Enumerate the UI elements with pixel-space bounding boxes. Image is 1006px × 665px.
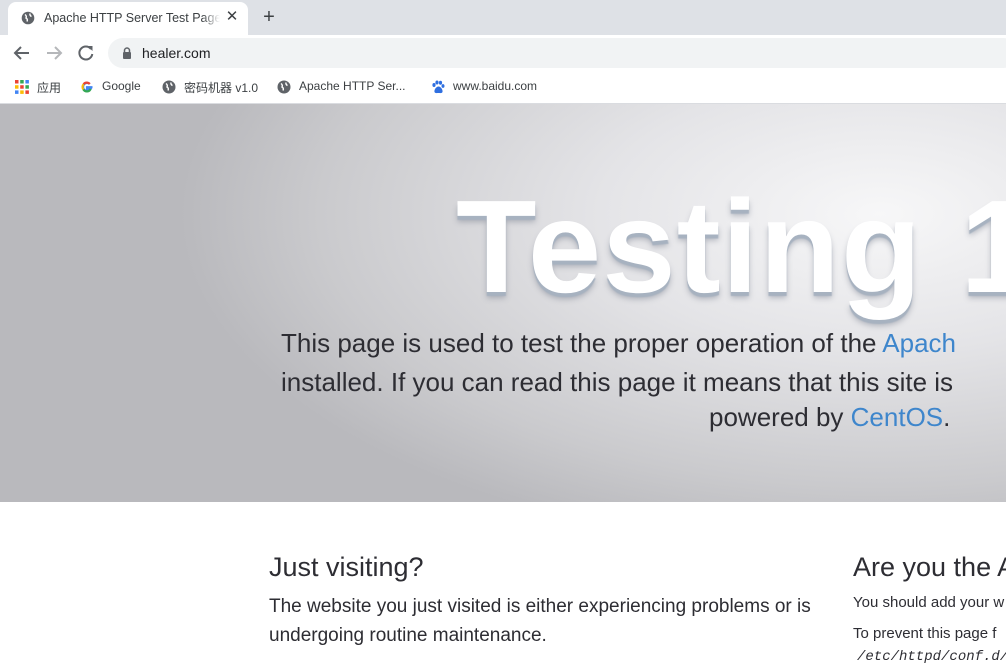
admin-heading: Are you the A [853, 552, 1006, 582]
forward-arrow-icon[interactable] [43, 43, 65, 63]
bookmark-label: 密码机器 v1.0 [184, 81, 259, 95]
just-visiting-section: Just visiting? The website you just visi… [269, 550, 829, 650]
just-visiting-heading: Just visiting? [269, 552, 424, 582]
back-arrow-icon[interactable] [11, 43, 33, 63]
lock-icon[interactable] [122, 47, 132, 59]
just-visiting-text: The website you just visited is either e… [269, 596, 811, 646]
tab-close-icon[interactable]: ✕ [224, 9, 240, 25]
globe-icon [162, 80, 176, 94]
centos-link[interactable]: CentOS [851, 402, 944, 432]
new-tab-button[interactable]: + [259, 7, 279, 27]
apps-grid-icon [15, 80, 29, 94]
hero-line3-text: powered by [709, 402, 851, 432]
globe-icon [21, 11, 35, 25]
apache-link[interactable]: Apach [882, 328, 956, 358]
admin-text-1: You should add your w [853, 594, 1005, 611]
hero-line2-text: installed. If you can read this page it … [281, 367, 954, 397]
hero-description: This page is used to test the proper ope… [281, 324, 1006, 402]
address-bar[interactable]: healer.com [108, 38, 1006, 68]
bookmark-label: 应用 [37, 81, 62, 95]
baidu-paw-icon [432, 80, 445, 94]
config-path-code: /etc/httpd/conf.d/w [857, 649, 1006, 665]
bookmark-label: Apache HTTP Ser... [299, 79, 406, 93]
browser-tab[interactable]: Apache HTTP Server Test Page powered by … [8, 2, 248, 35]
browser-toolbar: healer.com [0, 35, 1006, 71]
reload-icon[interactable] [75, 43, 97, 63]
bookmark-label: Google [102, 79, 141, 93]
hero-line1-text: This page is used to test the proper ope… [281, 328, 883, 358]
hero-line3: powered by CentOS. [709, 402, 950, 433]
bookmarks-bar: 应用 Google 密码机器 v1.0 Apache HTTP Ser... w… [0, 71, 1006, 104]
url-text[interactable]: healer.com [142, 45, 210, 61]
globe-icon [277, 80, 291, 94]
tab-strip: Apache HTTP Server Test Page powered by … [0, 0, 1006, 35]
hero-line3-suffix: . [943, 402, 951, 432]
page-title: Testing 1 [456, 173, 1006, 320]
admin-text-2: To prevent this page f [853, 625, 997, 642]
admin-section: Are you the A You should add your w To p… [853, 550, 1006, 642]
bookmark-label: www.baidu.com [453, 79, 538, 93]
google-g-icon [81, 81, 93, 93]
hero-banner: Testing 1 This page is used to test the … [0, 104, 1006, 502]
tab-title: Apache HTTP Server Test Page powered by … [44, 11, 220, 25]
